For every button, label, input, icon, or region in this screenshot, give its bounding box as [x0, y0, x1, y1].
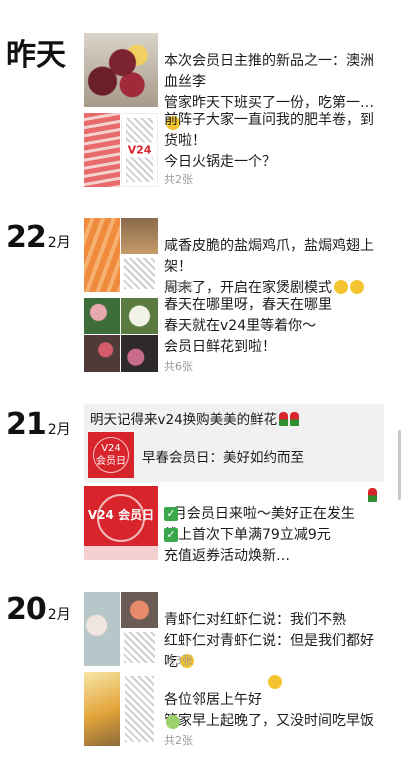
image-count: 共3张 [164, 654, 193, 667]
post-thumbnail-grid[interactable]: V24 [84, 113, 158, 187]
check-icon: ✓ [164, 528, 178, 542]
sun-emoji-icon [268, 675, 282, 689]
date-label: 昨天 [6, 38, 66, 73]
post-text: 前阵子大家一直问我的肥羊卷，到货啦！ 今日火锅走一个？ [164, 112, 374, 170]
scrollbar[interactable] [398, 430, 401, 500]
qr-code-icon [121, 255, 158, 292]
date-label: 22 2月 [6, 220, 71, 255]
post-thumbnail[interactable] [84, 33, 158, 107]
post-thumbnail-grid[interactable] [84, 298, 158, 372]
article-title: 早春会员日：美好如约而至 [142, 450, 304, 466]
qr-code-icon: V24 [121, 113, 158, 187]
post-text: 2月会员日来啦～美好正在发生 线上首次下单满79立减9元 充值返券活动焕新… [164, 506, 355, 564]
qr-code-icon [121, 629, 158, 666]
post-thumbnail-grid[interactable] [84, 672, 158, 746]
post-text: 咸香皮脆的盐焗鸡爪，盐焗鸡翅上架！ 周末了，开启在家煲剧模式 [164, 238, 374, 296]
date-label: 20 2月 [6, 592, 71, 627]
emoji-icon [166, 715, 180, 729]
article-thumbnail: V24 会员日 [88, 432, 134, 478]
image-count: 共6张 [164, 360, 193, 373]
article-link[interactable]: V24 会员日 早春会员日：美好如约而至 [88, 432, 378, 478]
post-thumbnail-grid[interactable] [84, 592, 158, 666]
check-icon: ✓ [164, 507, 178, 521]
post-text: 青虾仁对红虾仁说：我们不熟 红虾仁对青虾仁说：但是我们都好吃 [164, 612, 374, 670]
qr-code-icon [121, 672, 158, 746]
image-count: 共2张 [164, 734, 193, 747]
tulip-icon [279, 412, 289, 426]
smile-emoji-icon [350, 280, 364, 294]
smile-emoji-icon [334, 280, 348, 294]
tulip-icon [368, 488, 377, 502]
share-caption: 明天记得来v24换购美美的鲜花 [90, 408, 300, 428]
shared-article-card[interactable]: 明天记得来v24换购美美的鲜花 V24 会员日 早春会员日：美好如约而至 [84, 404, 384, 482]
image-count: 共3张 [164, 280, 193, 293]
date-label: 21 2月 [6, 407, 71, 442]
post-text: 春天在哪里呀，春天在哪里 春天就在v24里等着你～ 会员日鲜花到啦！ [164, 297, 332, 355]
post-thumbnail[interactable]: V24 会员日 [84, 486, 158, 560]
post-thumbnail-grid[interactable] [84, 218, 158, 292]
tulip-icon [290, 412, 300, 426]
image-count: 共2张 [164, 173, 193, 186]
